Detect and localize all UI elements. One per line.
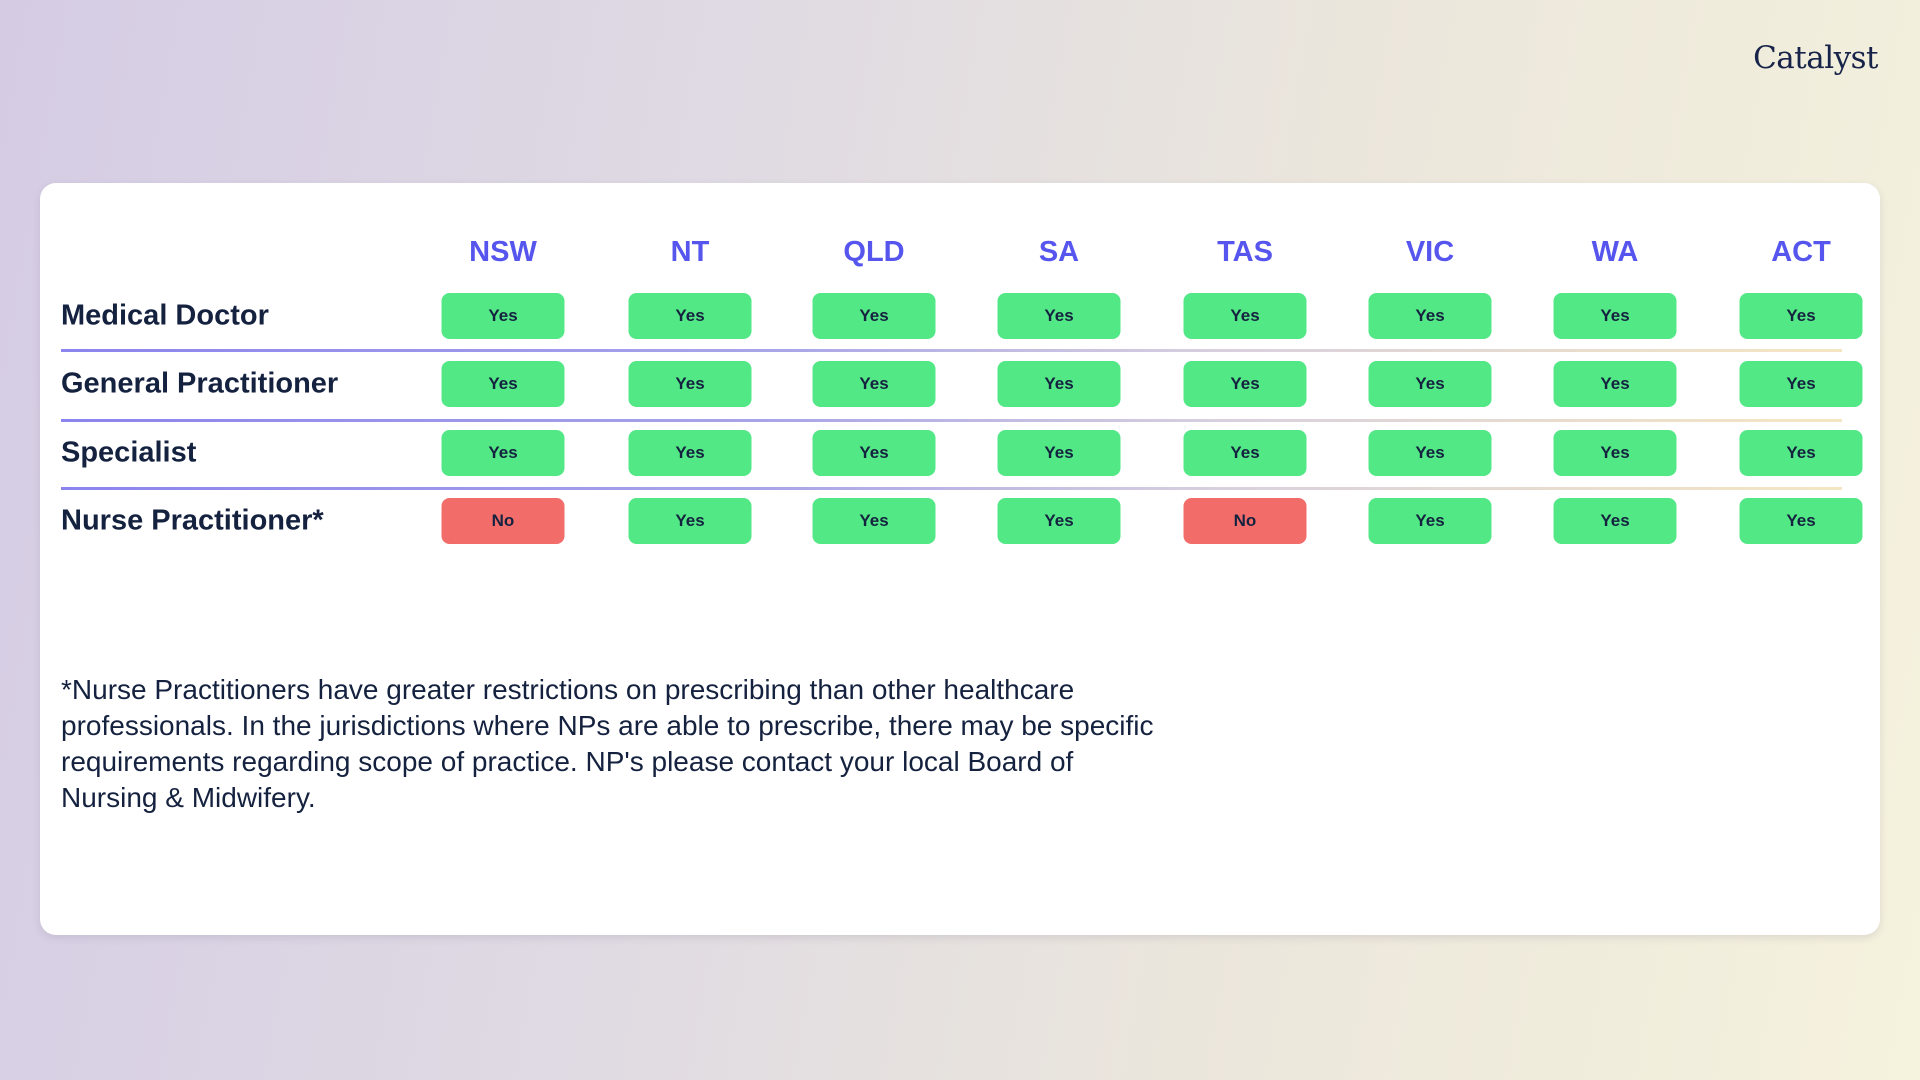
status-badge-nsw: Yes <box>441 293 565 339</box>
status-badge-qld: Yes <box>812 293 936 339</box>
column-header-sa: SA <box>1038 236 1080 268</box>
status-badge-vic: Yes <box>1368 430 1492 476</box>
column-header-tas: TAS <box>1217 236 1273 268</box>
status-badge-qld: Yes <box>812 498 936 544</box>
status-badge-sa: Yes <box>997 430 1121 476</box>
status-badge-wa: Yes <box>1553 293 1677 339</box>
brand-logo: Catalyst <box>1753 40 1878 76</box>
status-badge-vic: Yes <box>1368 361 1492 407</box>
status-badge-nt: Yes <box>628 361 752 407</box>
status-badge-wa: Yes <box>1553 498 1677 544</box>
status-badge-act: Yes <box>1739 430 1863 476</box>
row-label: Medical Doctor <box>61 299 269 332</box>
row-divider <box>61 419 1842 422</box>
status-badge-nt: Yes <box>628 498 752 544</box>
status-badge-tas: Yes <box>1183 293 1307 339</box>
column-header-act: ACT <box>1771 236 1831 268</box>
status-badge-nt: Yes <box>628 293 752 339</box>
status-badge-qld: Yes <box>812 430 936 476</box>
row-divider <box>61 349 1842 352</box>
status-badge-tas: Yes <box>1183 361 1307 407</box>
status-badge-act: Yes <box>1739 361 1863 407</box>
status-badge-vic: Yes <box>1368 293 1492 339</box>
status-badge-sa: Yes <box>997 293 1121 339</box>
status-badge-wa: Yes <box>1553 361 1677 407</box>
column-header-vic: VIC <box>1405 236 1455 268</box>
status-badge-sa: Yes <box>997 361 1121 407</box>
status-badge-qld: Yes <box>812 361 936 407</box>
status-badge-act: Yes <box>1739 498 1863 544</box>
column-header-nt: NT <box>670 236 710 268</box>
status-badge-nsw: Yes <box>441 361 565 407</box>
status-badge-tas: Yes <box>1183 430 1307 476</box>
column-header-nsw: NSW <box>469 236 537 268</box>
status-badge-tas: No <box>1183 498 1307 544</box>
status-badge-nsw: No <box>441 498 565 544</box>
row-label: General Practitioner <box>61 367 339 400</box>
status-badge-vic: Yes <box>1368 498 1492 544</box>
footnote: *Nurse Practitioners have greater restri… <box>61 674 1154 813</box>
column-header-qld: QLD <box>843 236 905 268</box>
row-label: Specialist <box>61 436 197 469</box>
row-divider <box>61 487 1842 490</box>
status-badge-nsw: Yes <box>441 430 565 476</box>
row-label: Nurse Practitioner* <box>61 504 324 537</box>
status-badge-wa: Yes <box>1553 430 1677 476</box>
column-header-wa: WA <box>1591 236 1639 268</box>
status-badge-act: Yes <box>1739 293 1863 339</box>
status-badge-sa: Yes <box>997 498 1121 544</box>
status-badge-nt: Yes <box>628 430 752 476</box>
